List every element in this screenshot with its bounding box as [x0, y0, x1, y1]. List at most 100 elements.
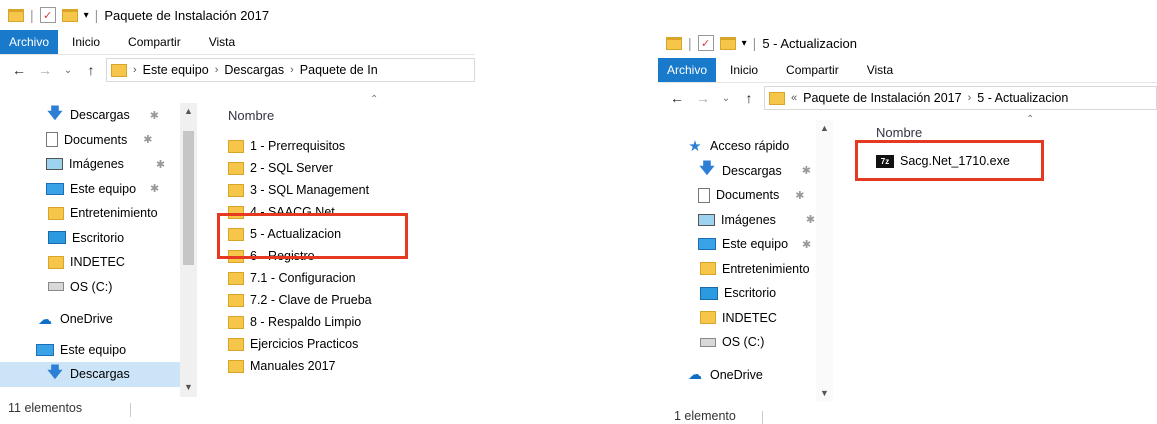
nav-item-escritorio[interactable]: Escritorio	[0, 226, 182, 251]
back-arrow-icon[interactable]: ←	[8, 62, 30, 78]
folder-icon	[700, 262, 716, 276]
address-bar[interactable]: « Paquete de Instalación 2017 › 5 - Actu…	[764, 86, 1157, 110]
scroll-up-arrow-icon[interactable]: ▲	[180, 106, 197, 116]
nav-item-imagenes[interactable]: Imágenes ✱	[0, 152, 182, 177]
new-folder-icon[interactable]	[719, 36, 736, 50]
customize-quick-access-icon[interactable]: ▾	[84, 10, 89, 21]
nav-item-imagenes[interactable]: Imágenes ✱	[658, 208, 818, 233]
tab-compartir[interactable]: Compartir	[772, 58, 853, 82]
nav-item-descargas[interactable]: 🡇 Descargas ✱	[0, 103, 182, 128]
explorer-window-left: | ✓ ▾ | Paquete de Instalación 2017 Arch…	[0, 0, 475, 424]
address-bar[interactable]: › Este equipo › Descargas › Paquete de I…	[106, 58, 475, 82]
nav-item-onedrive[interactable]: ☁ OneDrive	[0, 307, 182, 332]
nav-item-label: Imágenes	[721, 212, 776, 227]
nav-item-entretenimiento[interactable]: Entretenimiento	[0, 201, 182, 226]
folder-icon	[48, 255, 64, 269]
list-item[interactable]: 7.1 - Configuracion	[228, 267, 356, 289]
breadcrumb-item[interactable]: Descargas	[224, 63, 284, 77]
scroll-up-arrow-icon[interactable]: ▲	[816, 123, 833, 133]
customize-quick-access-icon[interactable]: ▾	[742, 38, 747, 49]
nav-item-este-equipo[interactable]: Este equipo	[0, 338, 182, 363]
nav-item-os-c[interactable]: OS (C:)	[0, 275, 182, 300]
tab-inicio[interactable]: Inicio	[716, 58, 772, 82]
nav-item-label: Escritorio	[724, 286, 777, 301]
list-item[interactable]: 2 - SQL Server	[228, 157, 333, 179]
list-item[interactable]: Manuales 2017	[228, 355, 335, 377]
nav-item-escritorio[interactable]: Escritorio	[658, 281, 818, 306]
tab-archivo[interactable]: Archivo	[0, 30, 59, 54]
column-header-nombre[interactable]: Nombre	[876, 125, 922, 140]
nav-item-acceso-rapido[interactable]: ★ Acceso rápido	[658, 134, 818, 159]
file-name: 8 - Respaldo Limpio	[250, 315, 362, 329]
breadcrumb-item[interactable]: Paquete de In	[300, 63, 378, 77]
navigation-pane: 🡇 Descargas ✱ Documents ✱ Imágenes ✱ Est…	[0, 103, 200, 398]
nav-item-documents[interactable]: Documents ✱	[0, 128, 182, 153]
scroll-down-arrow-icon[interactable]: ▼	[816, 388, 833, 398]
nav-item-label: OS (C:)	[722, 335, 765, 350]
back-arrow-icon[interactable]: ←	[666, 90, 688, 106]
tab-archivo[interactable]: Archivo	[658, 58, 717, 82]
folder-icon	[666, 36, 682, 50]
file-name: 7.1 - Configuracion	[250, 271, 356, 285]
recent-locations-chevron-icon[interactable]: ⌄	[718, 93, 734, 104]
window-title: 5 - Actualizacion	[762, 35, 857, 51]
separator: |	[94, 7, 99, 23]
download-arrow-icon: 🡇	[699, 160, 715, 178]
scrollbar-thumb[interactable]	[183, 131, 194, 265]
tab-vista[interactable]: Vista	[853, 58, 907, 82]
tab-compartir[interactable]: Compartir	[114, 30, 195, 54]
list-item[interactable]: 3 - SQL Management	[228, 179, 369, 201]
nav-item-onedrive[interactable]: ☁ OneDrive	[658, 363, 818, 388]
nav-item-indetec[interactable]: INDETEC	[658, 306, 818, 331]
highlight-box	[217, 213, 408, 259]
overflow-chevron-icon[interactable]: «	[791, 92, 797, 104]
status-separator	[130, 403, 131, 417]
breadcrumb-item[interactable]: Paquete de Instalación 2017	[803, 91, 961, 105]
list-item[interactable]: 1 - Prerrequisitos	[228, 135, 345, 157]
folder-icon	[228, 315, 244, 329]
chevron-right-icon[interactable]: ›	[133, 64, 137, 76]
navigation-pane-scrollbar[interactable]: ▲ ▼	[816, 120, 833, 402]
tab-inicio[interactable]: Inicio	[58, 30, 114, 54]
navigation-pane: ★ Acceso rápido 🡇 Descargas ✱ Documents …	[658, 120, 833, 402]
tab-vista[interactable]: Vista	[195, 30, 249, 54]
properties-check-icon[interactable]: ✓	[697, 35, 714, 51]
desktop-icon	[700, 286, 718, 300]
nav-item-descargas[interactable]: 🡇 Descargas ✱	[658, 159, 818, 184]
nav-item-entretenimiento[interactable]: Entretenimiento	[658, 257, 818, 282]
onedrive-icon: ☁	[688, 366, 702, 383]
folder-icon	[228, 139, 244, 153]
list-item[interactable]: 7.2 - Clave de Prueba	[228, 289, 372, 311]
forward-arrow-icon[interactable]: →	[34, 62, 56, 78]
new-folder-icon[interactable]	[61, 8, 78, 22]
breadcrumb-item[interactable]: 5 - Actualizacion	[977, 91, 1068, 105]
list-item[interactable]: Ejercicios Practicos	[228, 333, 358, 355]
up-arrow-icon[interactable]: ↑	[80, 62, 102, 78]
ribbon-tabs: Archivo Inicio Compartir Vista	[658, 58, 1157, 83]
sort-ascending-icon: ⌃	[1026, 114, 1035, 125]
navigation-pane-scrollbar[interactable]: ▲ ▼	[180, 103, 197, 397]
computer-icon	[36, 343, 54, 356]
recent-locations-chevron-icon[interactable]: ⌄	[60, 65, 76, 76]
up-arrow-icon[interactable]: ↑	[738, 90, 760, 106]
nav-item-este-equipo[interactable]: Este equipo ✱	[0, 177, 182, 202]
chevron-right-icon[interactable]: ›	[215, 64, 219, 76]
pin-icon: ✱	[802, 238, 812, 251]
forward-arrow-icon[interactable]: →	[692, 90, 714, 106]
scroll-down-arrow-icon[interactable]: ▼	[180, 382, 197, 392]
breadcrumb-item[interactable]: Este equipo	[143, 63, 209, 77]
properties-check-icon[interactable]: ✓	[39, 7, 56, 23]
nav-item-este-equipo[interactable]: Este equipo ✱	[658, 232, 818, 257]
nav-item-documents[interactable]: Documents ✱	[658, 183, 818, 208]
title-bar: | ✓ ▾ | Paquete de Instalación 2017	[0, 0, 475, 30]
pin-icon: ✱	[150, 183, 160, 196]
pictures-icon	[698, 213, 715, 226]
nav-item-descargas[interactable]: 🡇 Descargas	[0, 362, 182, 387]
column-header-nombre[interactable]: Nombre	[228, 108, 274, 123]
chevron-right-icon[interactable]: ›	[968, 92, 972, 104]
nav-item-os-c[interactable]: OS (C:)	[658, 330, 818, 355]
list-item[interactable]: 8 - Respaldo Limpio	[228, 311, 361, 333]
nav-item-indetec[interactable]: INDETEC	[0, 250, 182, 275]
nav-item-label: INDETEC	[70, 255, 125, 270]
chevron-right-icon[interactable]: ›	[290, 64, 294, 76]
